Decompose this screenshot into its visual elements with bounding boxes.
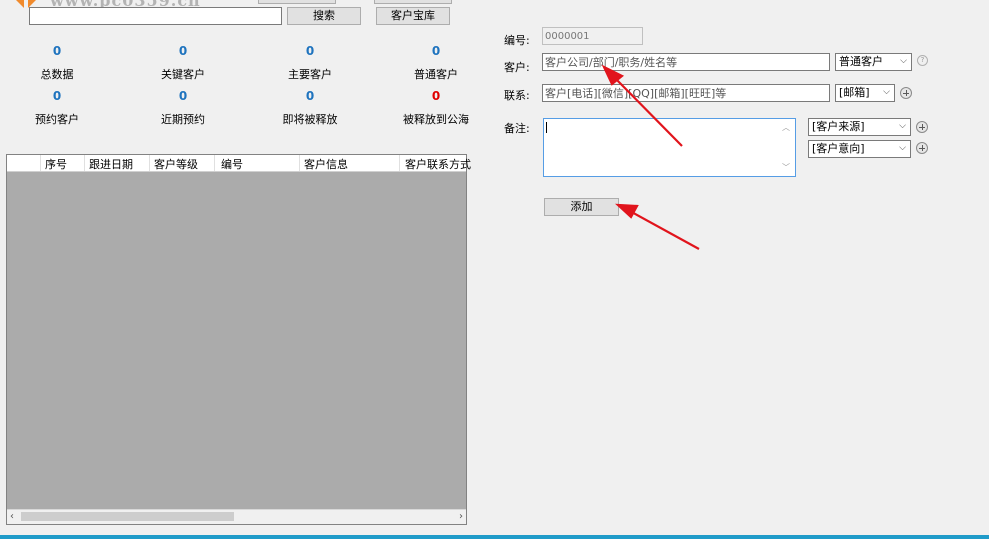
annotation-arrows [601,64,700,250]
bottom-accent-line [0,535,989,539]
arrow-to-add-button [615,203,700,250]
arrow-to-customer-input [601,64,683,147]
